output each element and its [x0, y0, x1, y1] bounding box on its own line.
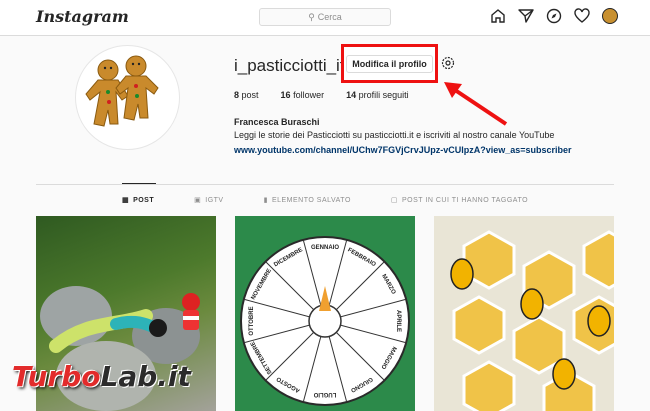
wheel-month-label: LUGLIO	[313, 391, 336, 397]
grid-icon: ▦	[121, 197, 130, 204]
bookmark-icon: ▮	[263, 197, 268, 204]
search-placeholder: Cerca	[317, 12, 342, 22]
tab-tagged[interactable]: ▢ POST IN CUI TI HANNO TAGGATO	[390, 196, 528, 205]
post-thumbnail-3[interactable]	[434, 216, 614, 411]
edit-profile-button[interactable]: Modifica il profilo	[346, 54, 433, 73]
edit-profile-highlight: Modifica il profilo	[341, 44, 438, 83]
wheel-month-label: APRILE	[395, 310, 401, 332]
tag-icon: ▢	[390, 197, 399, 204]
profile-picture[interactable]	[75, 45, 180, 150]
nav-icons	[490, 8, 618, 24]
direct-messages-icon[interactable]	[518, 8, 534, 24]
wheel-month-label: OTTOBRE	[249, 306, 255, 335]
profile-username: i_pasticciotti_it	[234, 56, 345, 75]
profile-tabs: ▦ POST ▣ IGTV ▮ ELEMENTO SALVATO ▢ POST …	[36, 196, 614, 205]
tab-igtv[interactable]: ▣ IGTV	[194, 196, 223, 205]
settings-gear-icon[interactable]	[441, 56, 455, 70]
activity-heart-icon[interactable]	[574, 8, 590, 24]
instagram-logo[interactable]: Instagram	[36, 7, 129, 26]
explore-compass-icon[interactable]	[546, 8, 562, 24]
turbolab-watermark-logo: TurboLab.it	[12, 360, 191, 393]
stat-followers[interactable]: 16 follower	[281, 90, 325, 100]
stat-posts: 8 post	[234, 90, 259, 100]
profile-full-name: Francesca Buraschi	[234, 117, 320, 127]
user-avatar-icon[interactable]	[602, 8, 618, 24]
stat-following[interactable]: 14 profili seguiti	[346, 90, 409, 100]
post-thumbnail-2[interactable]: GENNAIO FEBBRAIO MARZO APRILE MAGGIO GIUGNO LU…	[235, 216, 415, 411]
active-tab-indicator	[122, 183, 156, 184]
wheel-month-label: GENNAIO	[311, 245, 339, 251]
tab-saved[interactable]: ▮ ELEMENTO SALVATO	[263, 196, 351, 205]
tab-post[interactable]: ▦ POST	[121, 196, 154, 205]
tv-icon: ▣	[194, 197, 202, 204]
annotation-arrow	[444, 82, 508, 126]
search-input[interactable]: ⚲ Cerca	[259, 8, 391, 26]
top-nav-bar: Instagram ⚲ Cerca	[0, 0, 650, 36]
search-icon: ⚲	[308, 11, 315, 22]
tabs-divider	[36, 184, 614, 185]
profile-website-link[interactable]: www.youtube.com/channel/UChw7FGVjCrvJUpz…	[234, 145, 572, 155]
profile-stats: 8 post 16 follower 14 profili seguiti	[234, 90, 409, 100]
home-icon[interactable]	[490, 8, 506, 24]
profile-bio: Leggi le storie dei Pasticciotti su past…	[234, 130, 555, 140]
